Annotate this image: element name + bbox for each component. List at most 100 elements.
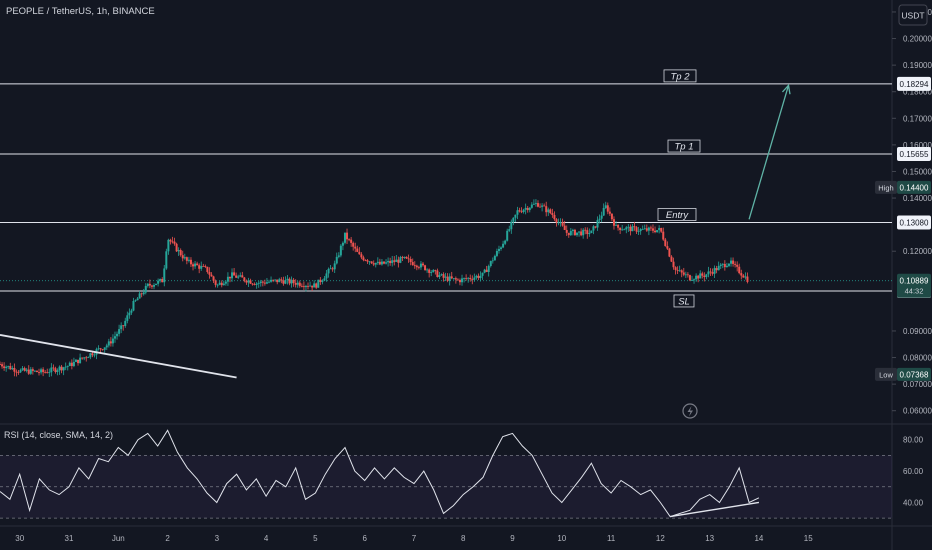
candle-body — [510, 221, 513, 230]
candle-body — [148, 283, 151, 286]
candle-body — [130, 310, 133, 313]
candle-body — [276, 279, 279, 283]
candle-body — [654, 230, 657, 233]
candle-body — [571, 229, 574, 232]
candle-body — [231, 272, 234, 279]
candle-body — [62, 367, 65, 371]
candle-body — [592, 226, 595, 231]
candle-body — [539, 206, 542, 208]
candle-body — [263, 282, 266, 284]
candle-body — [545, 206, 548, 213]
candle-body — [116, 333, 119, 337]
candle-body — [107, 341, 110, 346]
candle-body — [7, 366, 10, 367]
time-tick-label: 12 — [656, 534, 665, 543]
candle-body — [742, 275, 745, 278]
time-tick-label: 31 — [65, 534, 74, 543]
candle-body — [163, 268, 166, 283]
candle-body — [553, 214, 556, 220]
time-tick-label: 5 — [313, 534, 318, 543]
candle-body — [237, 276, 240, 278]
candle-body — [508, 229, 511, 231]
candle-body — [161, 278, 164, 283]
time-tick-label: 11 — [607, 534, 616, 543]
candle-body — [615, 224, 618, 226]
rsi-title[interactable]: RSI (14, close, SMA, 14, 2) — [4, 430, 113, 440]
candle-body — [639, 229, 642, 232]
candle-body — [690, 280, 693, 281]
candle-body — [185, 257, 188, 261]
candle-body — [405, 256, 408, 259]
time-tick-label: 15 — [804, 534, 813, 543]
candle-body — [395, 259, 398, 262]
candle-body — [302, 286, 305, 288]
candle-body — [35, 370, 38, 373]
candle-body — [19, 369, 22, 373]
candle-body — [372, 263, 375, 265]
candle-body — [559, 222, 562, 224]
candle-body — [458, 279, 461, 283]
candle-body — [97, 348, 100, 350]
candle-body — [475, 275, 478, 278]
candle-body — [530, 204, 533, 208]
candle-body — [551, 213, 554, 215]
current-price-label: 0.10889 — [900, 277, 929, 286]
candle-body — [651, 228, 654, 231]
candle-body — [366, 260, 369, 262]
candle-body — [536, 203, 539, 207]
candle-body — [286, 278, 289, 281]
candle-body — [165, 251, 168, 269]
candle-body — [21, 368, 24, 370]
level-label: Tp 1 — [674, 142, 693, 153]
candle-body — [173, 241, 176, 244]
candle-body — [547, 209, 550, 213]
candle-body — [348, 239, 351, 241]
candle-body — [670, 256, 673, 262]
candle-body — [48, 372, 51, 373]
candle-body — [584, 229, 587, 231]
level-price-label: 0.13080 — [900, 219, 929, 228]
candle-body — [409, 258, 412, 263]
candle-body — [588, 233, 591, 235]
candle-body — [368, 261, 371, 263]
candle-body — [267, 281, 270, 283]
candle-body — [38, 372, 41, 373]
time-tick-label: 9 — [510, 534, 515, 543]
price-tick-label: 0.19000 — [903, 61, 932, 70]
candle-body — [29, 369, 32, 374]
candle-body — [697, 275, 700, 279]
candle-body — [483, 269, 486, 273]
candle-body — [142, 292, 145, 295]
candle-body — [155, 283, 158, 286]
candle-body — [339, 245, 342, 256]
candle-body — [725, 265, 728, 268]
candle-body — [391, 260, 394, 264]
chart[interactable]: 0.210000.200000.190000.180000.170000.160… — [0, 0, 932, 550]
time-tick-label: 30 — [15, 534, 24, 543]
candle-body — [413, 265, 416, 266]
candle-body — [543, 205, 546, 207]
time-tick-label: 6 — [362, 534, 367, 543]
candle-body — [730, 260, 733, 264]
candle-body — [284, 280, 287, 284]
candle-body — [586, 230, 589, 235]
candle-body — [194, 263, 197, 267]
currency-button[interactable]: USDT — [898, 4, 928, 26]
candle-body — [216, 284, 219, 286]
price-tick-label: 0.14000 — [903, 194, 932, 203]
candle-body — [734, 263, 737, 265]
rsi-tick-label: 80.00 — [903, 436, 924, 445]
candle-body — [456, 279, 459, 281]
candle-body — [296, 282, 299, 285]
price-tick-label: 0.09000 — [903, 327, 932, 336]
candle-body — [233, 272, 236, 276]
time-tick-label: 14 — [754, 534, 763, 543]
candle-body — [300, 285, 303, 287]
candle-body — [3, 366, 6, 369]
candle-body — [703, 275, 706, 278]
candle-body — [699, 273, 702, 279]
symbol-title[interactable]: PEOPLE / TetherUS, 1h, BINANCE — [6, 6, 155, 17]
candle-body — [407, 258, 410, 260]
currency-button-label: USDT — [901, 11, 924, 21]
candle-body — [709, 271, 712, 273]
